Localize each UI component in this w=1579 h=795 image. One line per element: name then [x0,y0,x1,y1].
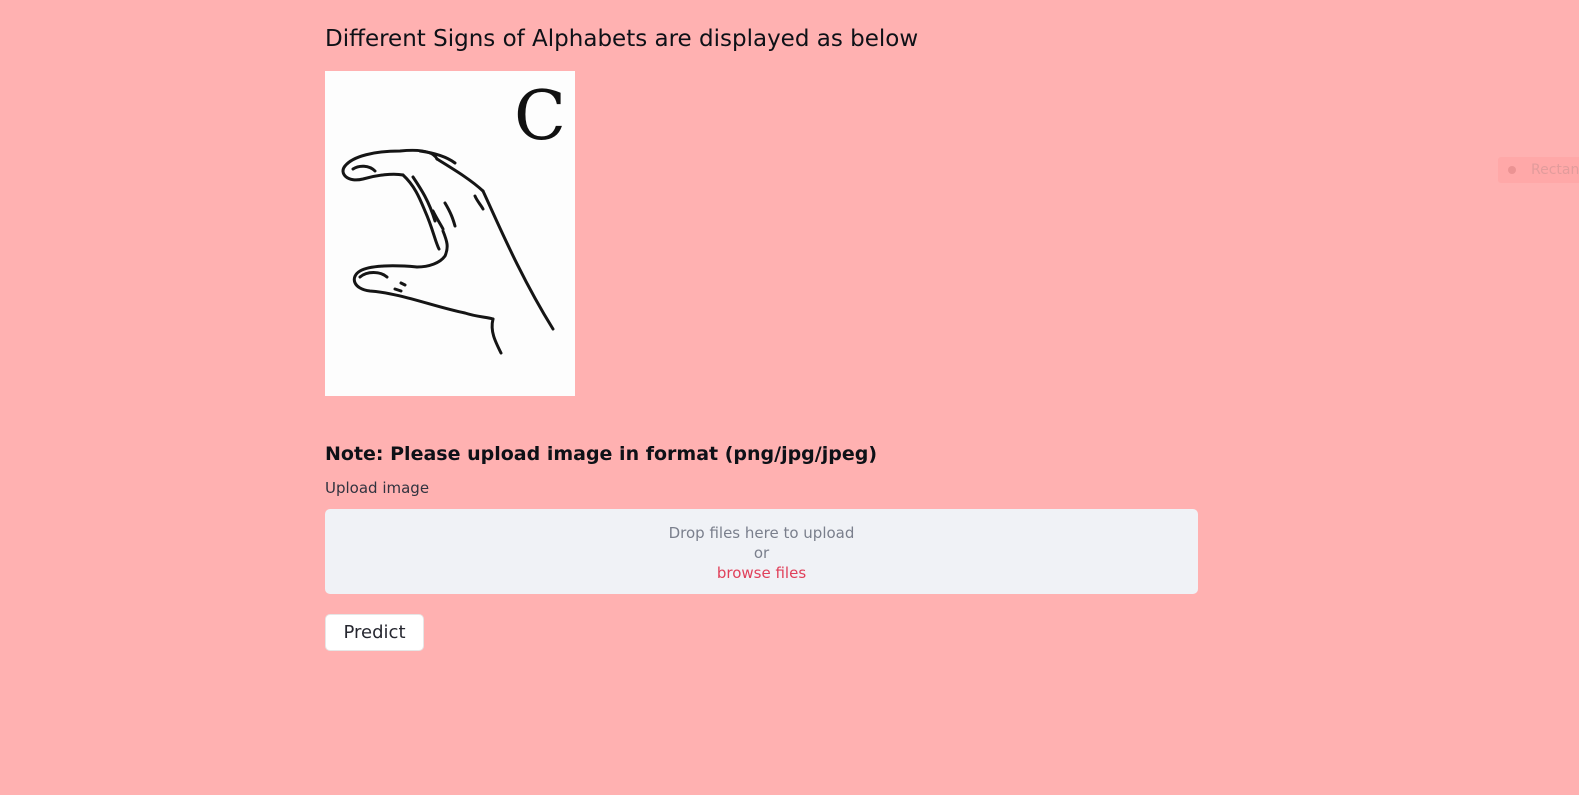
or-text: or [753,544,770,562]
alphabet-sign-image: C [325,71,575,396]
app-page: Different Signs of Alphabets are display… [0,0,1579,795]
predict-button[interactable]: Predict [325,614,424,651]
file-dropzone[interactable]: Drop files here to upload or browse file… [325,509,1198,594]
page-heading: Different Signs of Alphabets are display… [325,26,919,52]
side-widget-label: Rectan [1531,162,1579,178]
format-note: Note: Please upload image in format (png… [325,443,878,465]
side-floating-widget[interactable]: Rectan [1498,157,1579,183]
hand-sign-c-icon: C [325,71,575,396]
browse-files-link[interactable]: browse files [325,563,1198,583]
upload-image-label: Upload image [325,479,430,497]
radio-dot-icon [1508,166,1516,174]
sign-letter: C [514,77,566,156]
drop-files-text: Drop files here to upload [668,524,855,542]
